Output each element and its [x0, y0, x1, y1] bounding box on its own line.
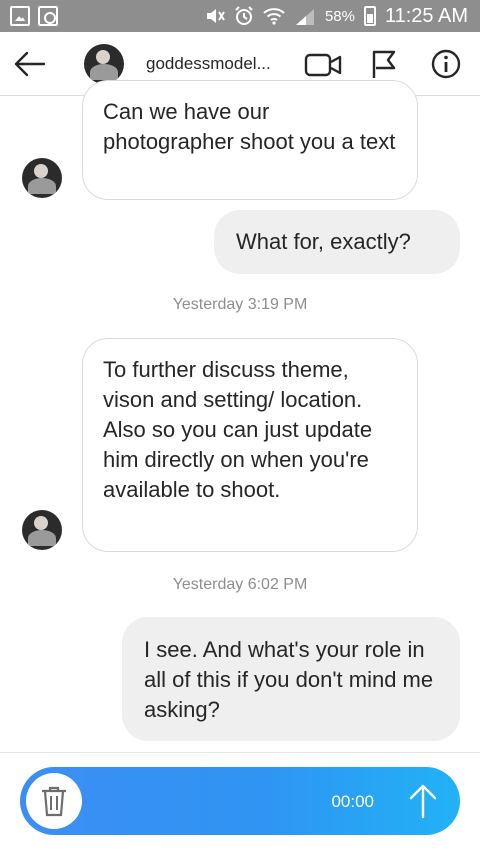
avatar[interactable]	[22, 510, 62, 550]
voice-record-bar[interactable]: 00:00	[20, 767, 460, 835]
signal-icon	[295, 9, 314, 25]
thread-title[interactable]: goddessmodel...	[146, 54, 271, 74]
message-timestamp: Yesterday 6:02 PM	[172, 576, 308, 593]
shopping-bag-icon	[38, 6, 58, 26]
status-bar: 58% 11:25 AM	[0, 0, 480, 32]
wifi-icon	[263, 8, 285, 25]
send-arrow-icon[interactable]	[408, 783, 438, 819]
battery-percent: 58%	[324, 7, 355, 25]
message-timestamp: Yesterday 3:19 PM	[172, 296, 308, 313]
avatar[interactable]	[22, 158, 62, 198]
status-time: 11:25 AM	[384, 4, 468, 27]
mute-icon	[206, 9, 225, 23]
video-call-icon[interactable]	[304, 50, 344, 80]
trash-icon	[42, 786, 66, 817]
flag-icon[interactable]	[368, 48, 400, 80]
status-notifications	[10, 6, 58, 26]
message-incoming[interactable]: To further discuss theme, vison and sett…	[82, 338, 418, 552]
message-outgoing[interactable]: What for, exactly?	[214, 210, 460, 274]
recording-timer: 00:00	[331, 792, 374, 811]
alarm-icon	[235, 6, 253, 25]
avatar[interactable]	[84, 44, 124, 84]
battery-icon	[363, 6, 376, 26]
message-text: What for, exactly?	[236, 229, 411, 254]
status-indicators: 58% 11:25 AM	[205, 4, 468, 28]
message-text: I see. And what's your role in all of th…	[144, 637, 434, 722]
info-icon[interactable]	[430, 48, 462, 80]
message-text: Can we have our photographer shoot you a…	[103, 99, 396, 154]
back-arrow-icon[interactable]	[12, 48, 48, 80]
delete-recording-button[interactable]	[26, 773, 82, 829]
message-outgoing[interactable]: I see. And what's your role in all of th…	[122, 617, 460, 741]
image-icon	[10, 6, 30, 26]
message-composer: 00:00	[0, 752, 480, 853]
message-text: To further discuss theme, vison and sett…	[103, 357, 373, 502]
message-incoming[interactable]: Can we have our photographer shoot you a…	[82, 80, 418, 200]
